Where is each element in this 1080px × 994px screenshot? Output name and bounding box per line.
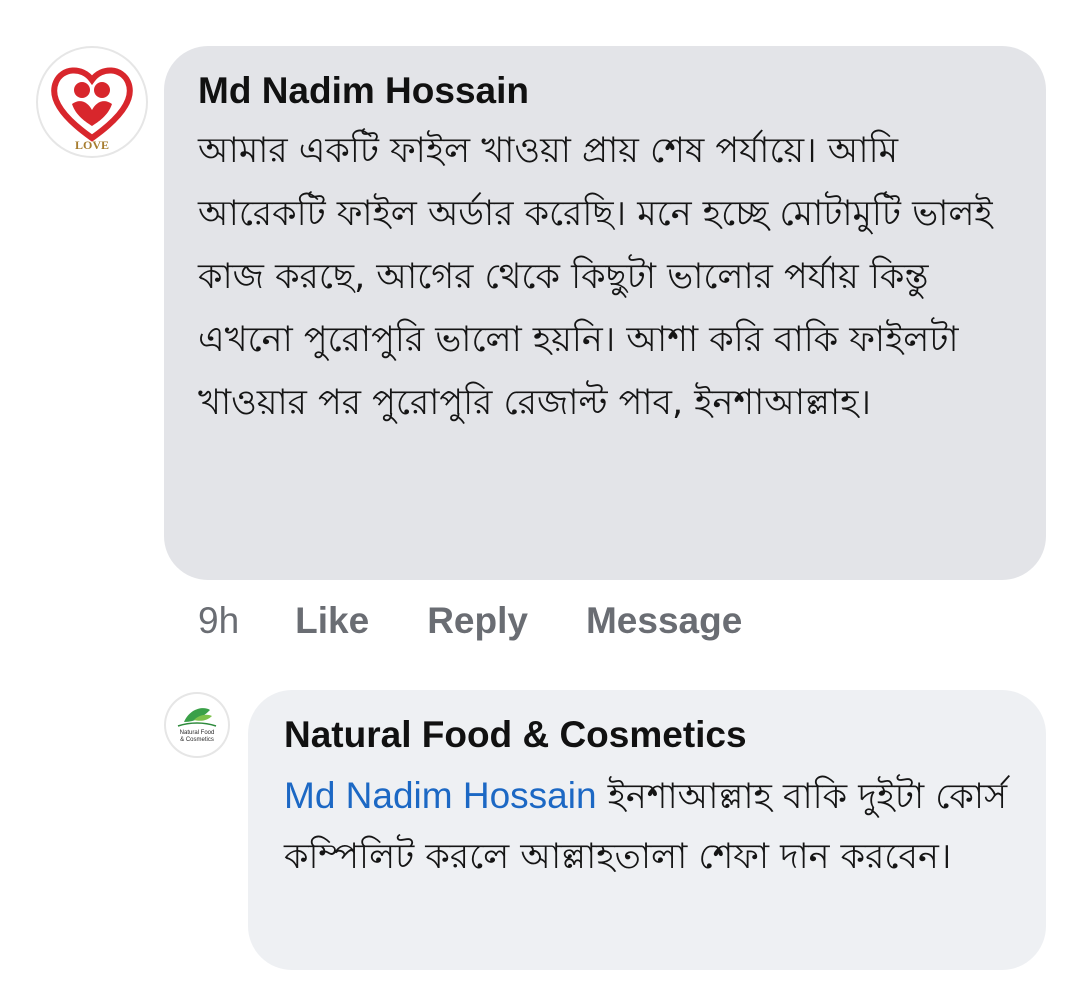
reply-button[interactable]: Reply	[427, 600, 528, 642]
comment-timestamp[interactable]: 9h	[198, 600, 239, 642]
reply-author-name[interactable]: Natural Food & Cosmetics	[284, 712, 1010, 758]
message-button[interactable]: Message	[586, 600, 742, 642]
comment-bubble: Md Nadim Hossain আমার একটি ফাইল খাওয়া প…	[164, 46, 1046, 580]
reply-mention-link[interactable]: Md Nadim Hossain	[284, 775, 597, 816]
comment-actions: 9h Like Reply Message	[198, 600, 742, 642]
reply-bubble: Natural Food & Cosmetics Md Nadim Hossai…	[248, 690, 1046, 970]
page-avatar[interactable]: Natural Food & Cosmetics	[164, 692, 230, 758]
leaf-logo-icon: Natural Food & Cosmetics	[177, 708, 217, 743]
comment-author-name[interactable]: Md Nadim Hossain	[198, 68, 1012, 114]
avatar-brand-text-1: Natural Food	[180, 730, 215, 736]
avatar-brand-text-2: & Cosmetics	[180, 737, 214, 743]
reply-text-container: Md Nadim Hossain ইনশাআল্লাহ বাকি দুইটা ক…	[284, 766, 1010, 887]
commenter-avatar[interactable]: LOVE	[36, 46, 148, 158]
heart-love-logo-icon: LOVE	[51, 67, 133, 152]
like-button[interactable]: Like	[295, 600, 369, 642]
avatar-love-text: LOVE	[75, 138, 109, 152]
comment-text: আমার একটি ফাইল খাওয়া প্রায় শেষ পর্যায়…	[198, 131, 993, 423]
